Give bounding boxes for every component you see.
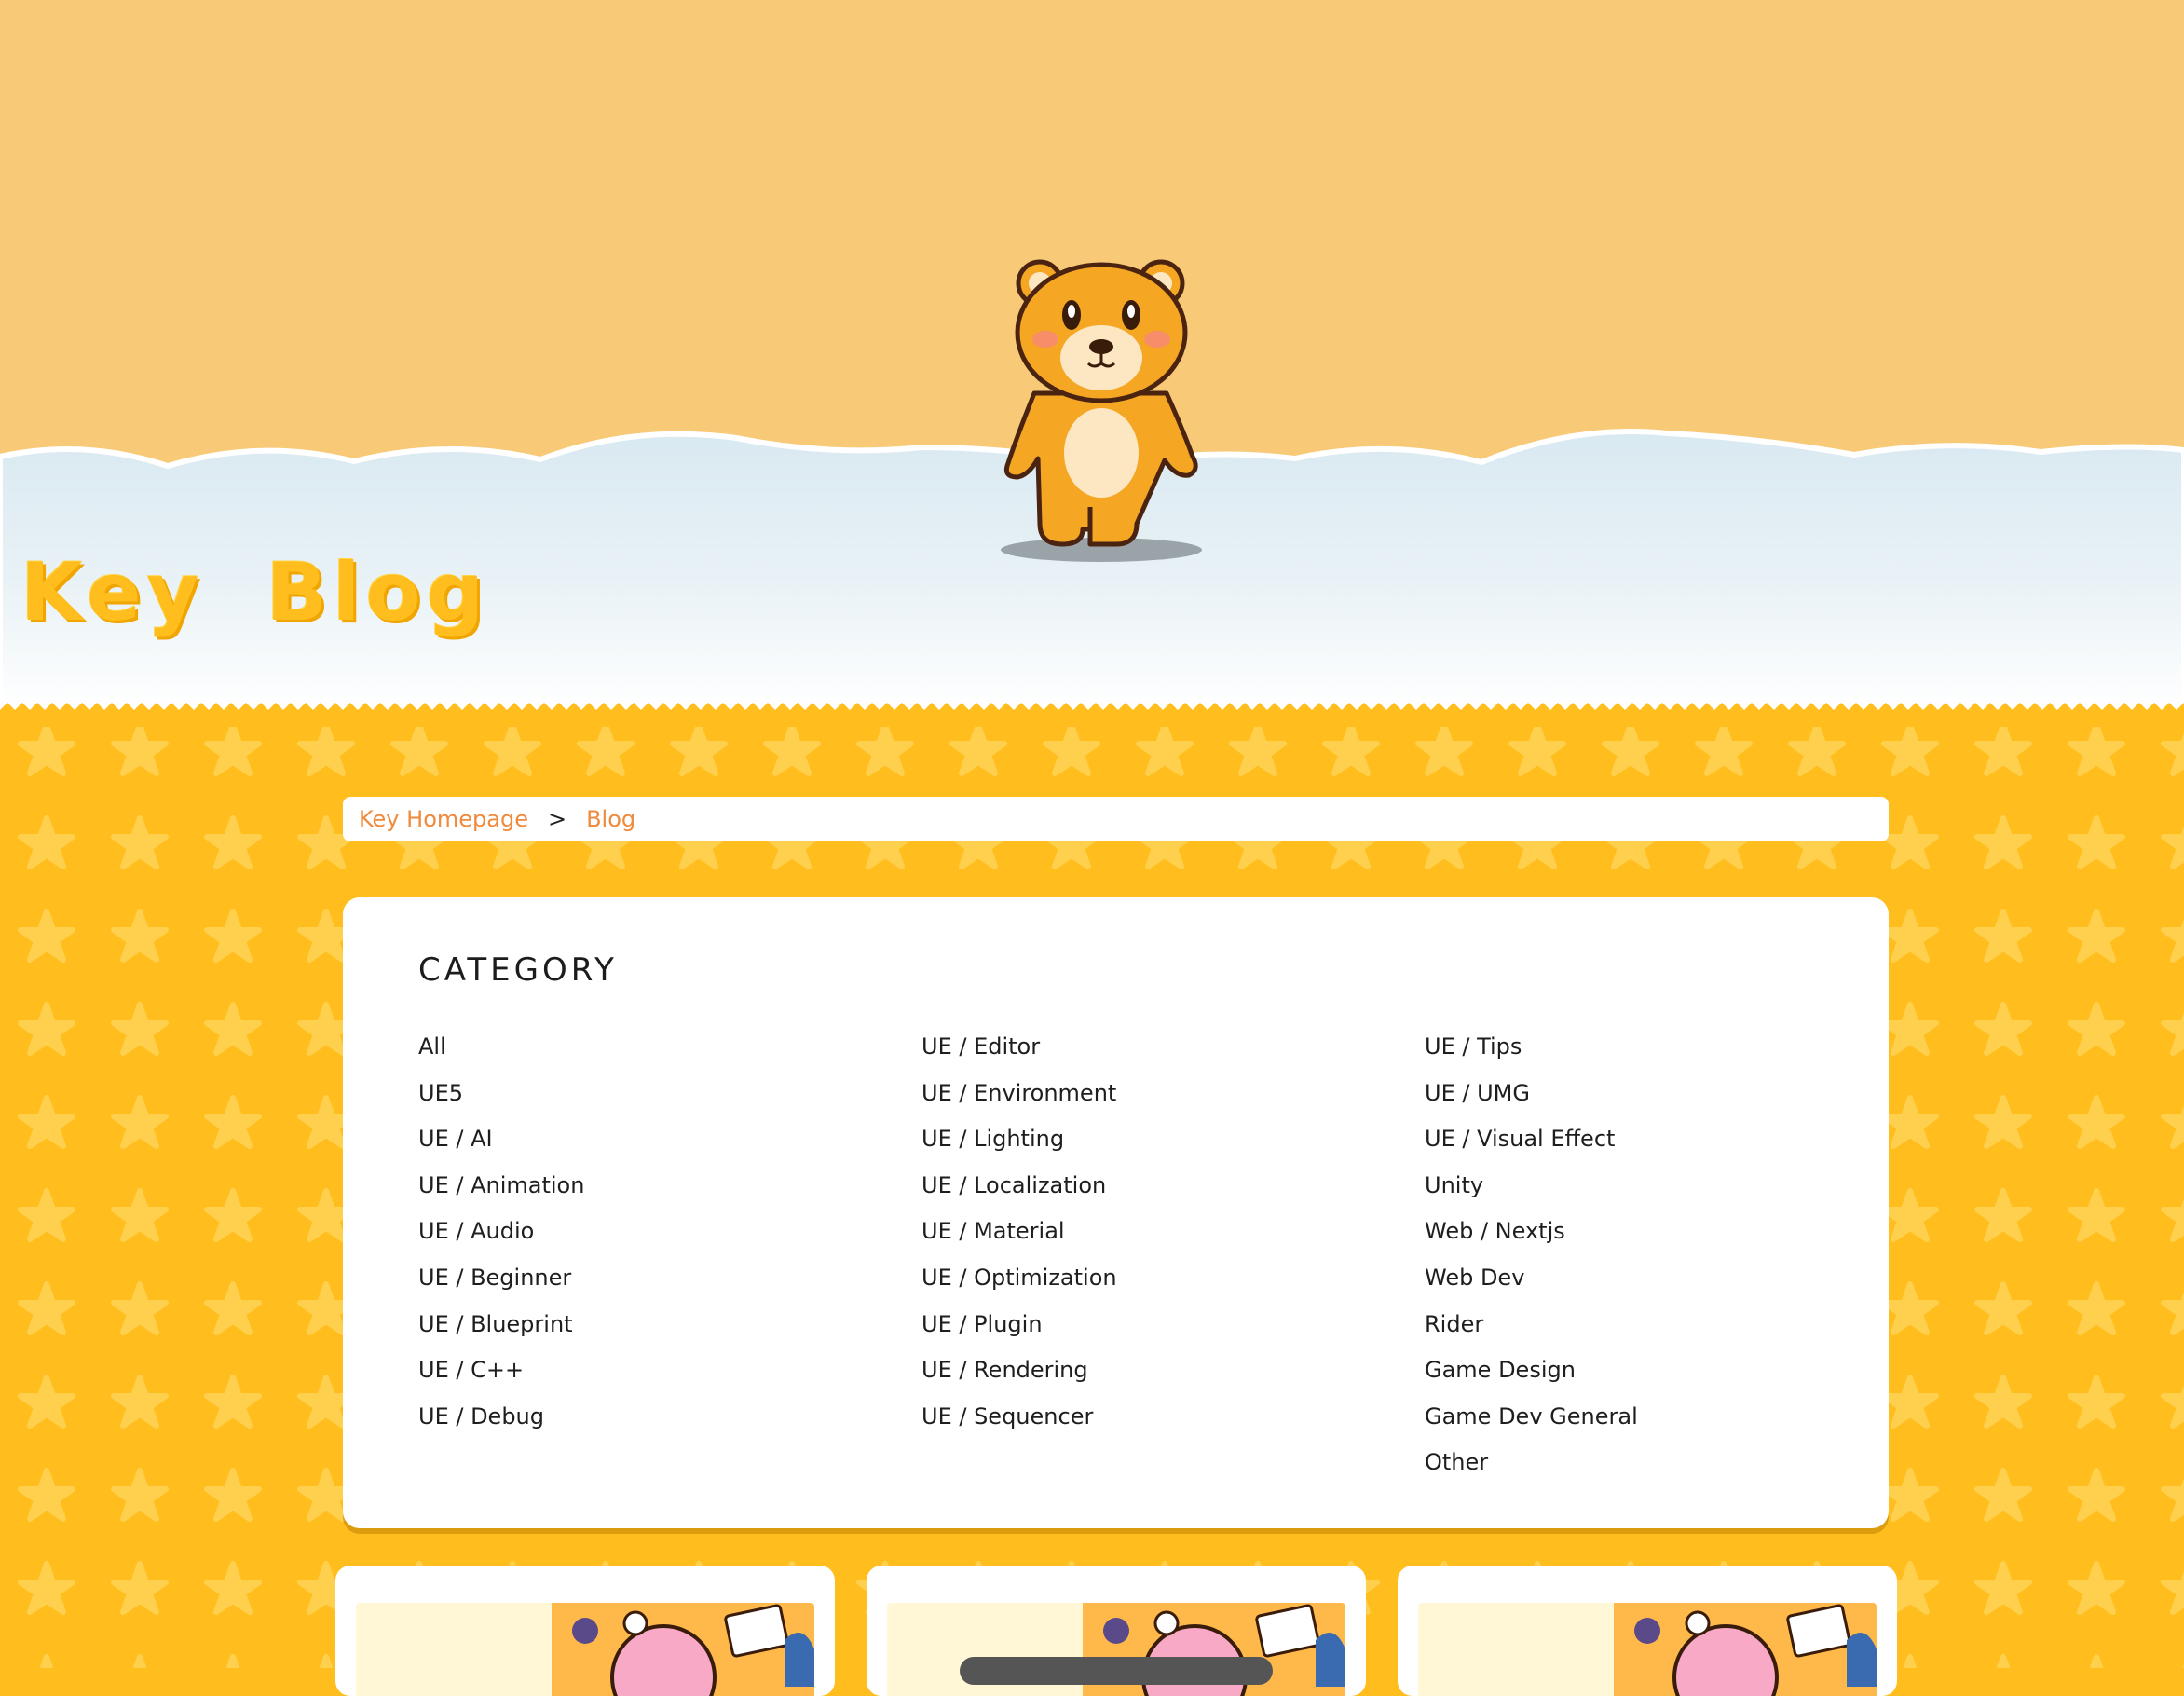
bear-mascot-icon bbox=[1001, 259, 1202, 562]
category-item[interactable]: UE / Debug bbox=[418, 1394, 584, 1441]
category-item[interactable]: UE / Beginner bbox=[418, 1255, 584, 1302]
category-item[interactable]: UE / UMG bbox=[1425, 1071, 1638, 1117]
category-item[interactable]: Game Dev General bbox=[1425, 1394, 1638, 1441]
breadcrumb-current-link[interactable]: Blog bbox=[586, 806, 635, 832]
breadcrumb-home-link[interactable]: Key Homepage bbox=[359, 806, 528, 832]
category-item[interactable]: Web Dev bbox=[1425, 1255, 1638, 1302]
category-item[interactable]: Game Design bbox=[1425, 1347, 1638, 1394]
post-card[interactable] bbox=[335, 1566, 835, 1696]
category-item[interactable]: Other bbox=[1425, 1440, 1638, 1486]
category-item[interactable]: UE / Plugin bbox=[921, 1302, 1117, 1348]
category-heading: CATEGORY bbox=[418, 951, 618, 989]
category-item[interactable]: UE / Editor bbox=[921, 1024, 1117, 1071]
category-item[interactable]: UE / C++ bbox=[418, 1347, 584, 1394]
category-item[interactable]: UE / Tips bbox=[1425, 1024, 1638, 1071]
category-item[interactable]: UE / Blueprint bbox=[418, 1302, 584, 1348]
category-item[interactable]: UE / Optimization bbox=[921, 1255, 1117, 1302]
category-item[interactable]: All bbox=[418, 1024, 584, 1071]
breadcrumb: Key Homepage > Blog bbox=[343, 797, 1889, 841]
post-thumbnail bbox=[1418, 1603, 1877, 1696]
category-item[interactable]: UE / Localization bbox=[921, 1163, 1117, 1210]
scroll-indicator[interactable] bbox=[960, 1657, 1273, 1685]
category-item[interactable]: UE / Animation bbox=[418, 1163, 584, 1210]
category-item[interactable]: UE5 bbox=[418, 1071, 584, 1117]
site-title[interactable]: Key Blog bbox=[20, 546, 489, 639]
category-column-1: All UE5 UE / AI UE / Animation UE / Audi… bbox=[418, 1024, 584, 1440]
post-thumbnail bbox=[356, 1603, 814, 1696]
category-column-3: UE / Tips UE / UMG UE / Visual Effect Un… bbox=[1425, 1024, 1638, 1486]
category-item[interactable]: Web / Nextjs bbox=[1425, 1209, 1638, 1255]
category-panel: CATEGORY All UE5 UE / AI UE / Animation … bbox=[343, 897, 1889, 1528]
post-card[interactable] bbox=[1398, 1566, 1897, 1696]
category-item[interactable]: Unity bbox=[1425, 1163, 1638, 1210]
category-item[interactable]: UE / Sequencer bbox=[921, 1394, 1117, 1441]
category-item[interactable]: UE / Environment bbox=[921, 1071, 1117, 1117]
zigzag-divider bbox=[0, 703, 2184, 727]
category-item[interactable]: UE / Audio bbox=[418, 1209, 584, 1255]
category-item[interactable]: Rider bbox=[1425, 1302, 1638, 1348]
breadcrumb-separator: > bbox=[547, 806, 567, 832]
category-item[interactable]: UE / Lighting bbox=[921, 1116, 1117, 1163]
category-column-2: UE / Editor UE / Environment UE / Lighti… bbox=[921, 1024, 1117, 1440]
site-header: Key Blog bbox=[0, 0, 2184, 727]
category-item[interactable]: UE / AI bbox=[418, 1116, 584, 1163]
category-item[interactable]: UE / Visual Effect bbox=[1425, 1116, 1638, 1163]
category-item[interactable]: UE / Material bbox=[921, 1209, 1117, 1255]
category-item[interactable]: UE / Rendering bbox=[921, 1347, 1117, 1394]
